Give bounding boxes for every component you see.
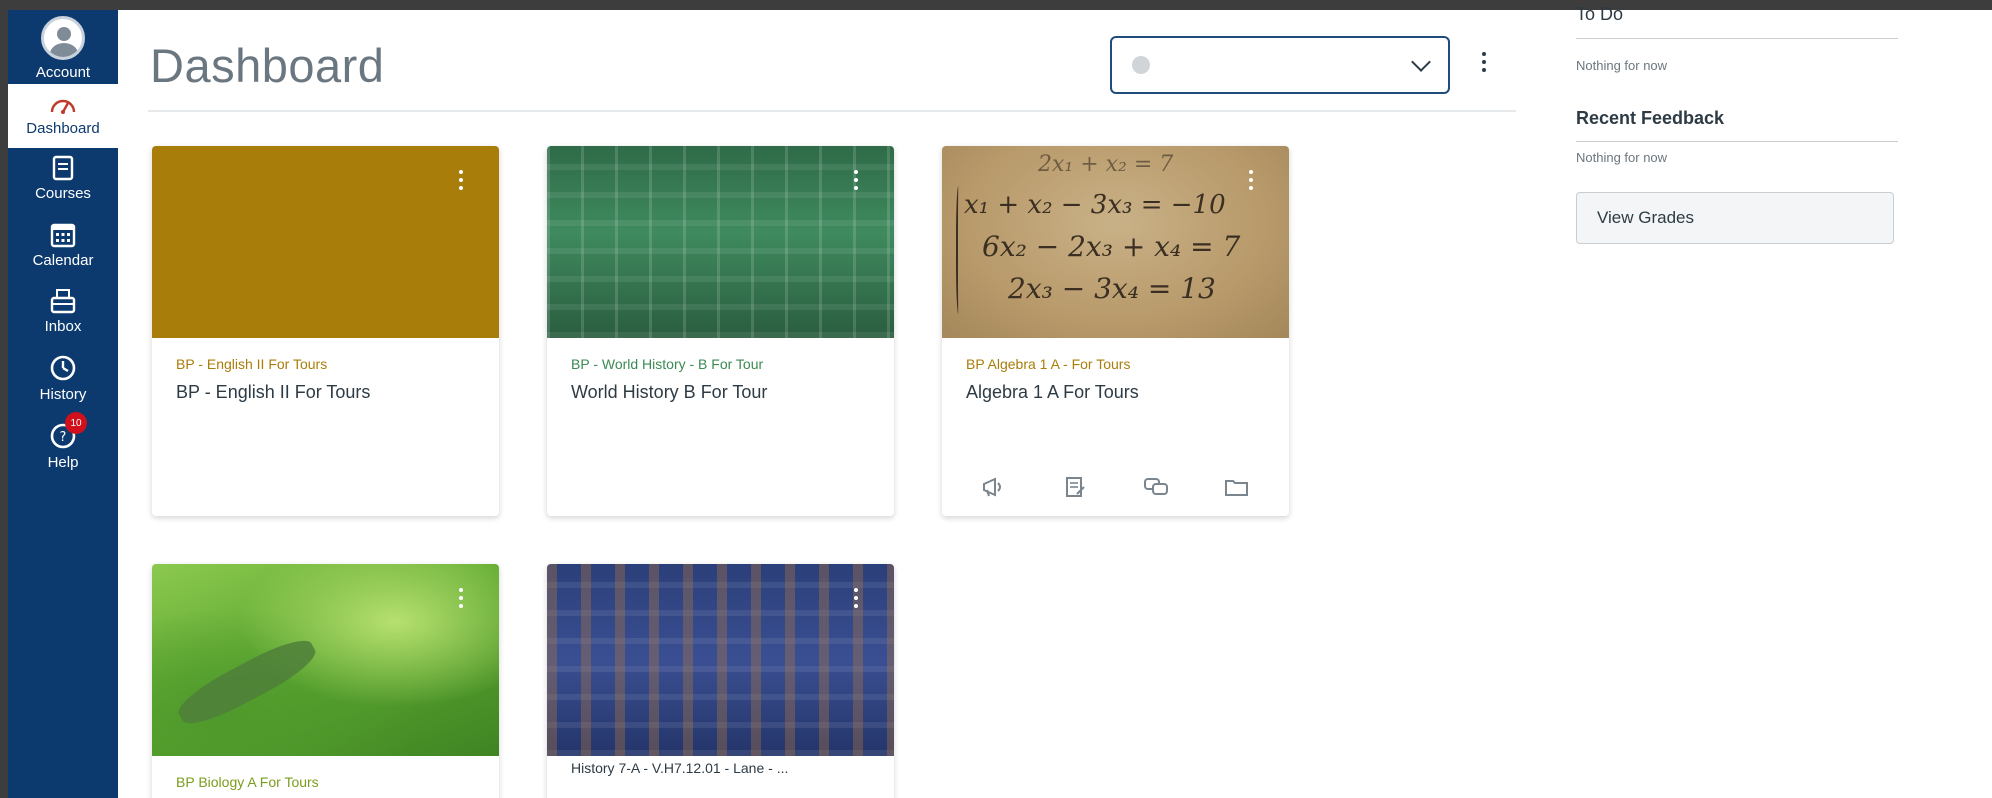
window-top-frame <box>0 0 1992 10</box>
card-options-kebab-icon[interactable] <box>459 170 463 190</box>
course-card-title[interactable]: World History B For Tour <box>571 382 870 403</box>
window-left-frame <box>0 0 8 798</box>
nav-dashboard-label: Dashboard <box>26 120 100 137</box>
course-card-code[interactable]: BP - World History - B For Tour <box>571 356 870 372</box>
nav-inbox-label: Inbox <box>44 318 82 335</box>
discussions-icon[interactable] <box>1143 476 1169 498</box>
nav-dashboard[interactable]: Dashboard <box>8 84 118 148</box>
assignments-icon[interactable] <box>1062 476 1088 498</box>
course-card-hero[interactable] <box>152 564 499 756</box>
feedback-empty-text: Nothing for now <box>1576 150 1668 165</box>
recent-feedback-heading: Recent Feedback <box>1576 108 1725 128</box>
announcements-icon[interactable] <box>981 476 1007 498</box>
page-title: Dashboard <box>150 39 385 92</box>
nav-calendar-label: Calendar <box>32 252 94 269</box>
nav-inbox[interactable]: Inbox <box>8 288 118 350</box>
course-card-title[interactable]: History 7-A - V.H7.12.01 - Lane - ... <box>571 760 870 776</box>
math-equation: 2x₃ − 3x₄ = 13 <box>1008 272 1216 305</box>
math-equation: 6x₂ − 2x₃ + x₄ = 7 <box>982 230 1241 263</box>
view-grades-button[interactable]: View Grades <box>1576 192 1894 244</box>
chevron-down-icon <box>1411 52 1431 72</box>
global-navigation: Account Dashboard Courses Calendar Inbox… <box>8 10 118 798</box>
inbox-icon <box>50 289 76 314</box>
todo-empty-text: Nothing for now <box>1576 58 1668 73</box>
course-card[interactable]: History 7-A - V.H7.12.01 - Lane - ... <box>547 564 894 798</box>
course-card-hero[interactable] <box>547 146 894 338</box>
dashboard-options-kebab-icon[interactable] <box>1482 52 1486 72</box>
course-card[interactable]: 2x₁ + x₂ = 7 x₁ + x₂ − 3x₃ = −10 6x₂ − 2… <box>942 146 1289 516</box>
course-card-hero[interactable] <box>152 146 499 338</box>
header-divider <box>148 110 1516 112</box>
course-card-title[interactable]: Algebra 1 A For Tours <box>966 382 1265 403</box>
course-card[interactable]: BP - World History - B For Tour World Hi… <box>547 146 894 516</box>
avatar-icon <box>41 16 85 60</box>
dashboard-view-select[interactable] <box>1110 36 1450 94</box>
brace-mark <box>956 186 962 314</box>
course-card-code[interactable]: BP Algebra 1 A - For Tours <box>966 356 1265 372</box>
card-options-kebab-icon[interactable] <box>459 588 463 608</box>
nav-courses[interactable]: Courses <box>8 155 118 217</box>
user-icon <box>1132 56 1150 74</box>
course-card-title[interactable]: BP - English II For Tours <box>176 382 475 403</box>
svg-text:?: ? <box>60 430 67 445</box>
calendar-icon <box>50 223 76 248</box>
course-card-hero[interactable] <box>547 564 894 756</box>
course-card-code[interactable]: BP - English II For Tours <box>176 356 475 372</box>
nav-account[interactable]: Account <box>8 10 118 84</box>
todo-divider <box>1576 38 1898 39</box>
math-equation: x₁ + x₂ − 3x₃ = −10 <box>964 190 1226 220</box>
feedback-divider <box>1576 141 1898 142</box>
card-options-kebab-icon[interactable] <box>1249 170 1253 190</box>
insect-shape <box>172 630 322 734</box>
nav-help[interactable]: ? 10 Help <box>8 412 118 484</box>
card-options-kebab-icon[interactable] <box>854 170 858 190</box>
course-card[interactable]: BP - English II For Tours BP - English I… <box>152 146 499 516</box>
course-card-actions <box>942 476 1289 498</box>
nav-account-label: Account <box>35 64 91 81</box>
files-icon[interactable] <box>1224 476 1250 498</box>
help-badge: 10 <box>65 412 87 434</box>
dashboard-icon <box>50 99 76 114</box>
card-options-kebab-icon[interactable] <box>854 588 858 608</box>
courses-icon <box>52 155 74 181</box>
nav-calendar[interactable]: Calendar <box>8 222 118 284</box>
clock-icon <box>50 355 76 381</box>
todo-heading: To Do <box>1576 4 1624 24</box>
nav-history-label: History <box>39 386 87 403</box>
course-card-hero[interactable]: 2x₁ + x₂ = 7 x₁ + x₂ − 3x₃ = −10 6x₂ − 2… <box>942 146 1289 338</box>
nav-history[interactable]: History <box>8 354 118 416</box>
nav-help-label: Help <box>47 454 79 471</box>
nav-courses-label: Courses <box>35 185 91 202</box>
course-card[interactable]: BP Biology A For Tours <box>152 564 499 798</box>
course-card-code[interactable]: BP Biology A For Tours <box>176 774 475 790</box>
math-equation: 2x₁ + x₂ = 7 <box>1038 152 1174 177</box>
